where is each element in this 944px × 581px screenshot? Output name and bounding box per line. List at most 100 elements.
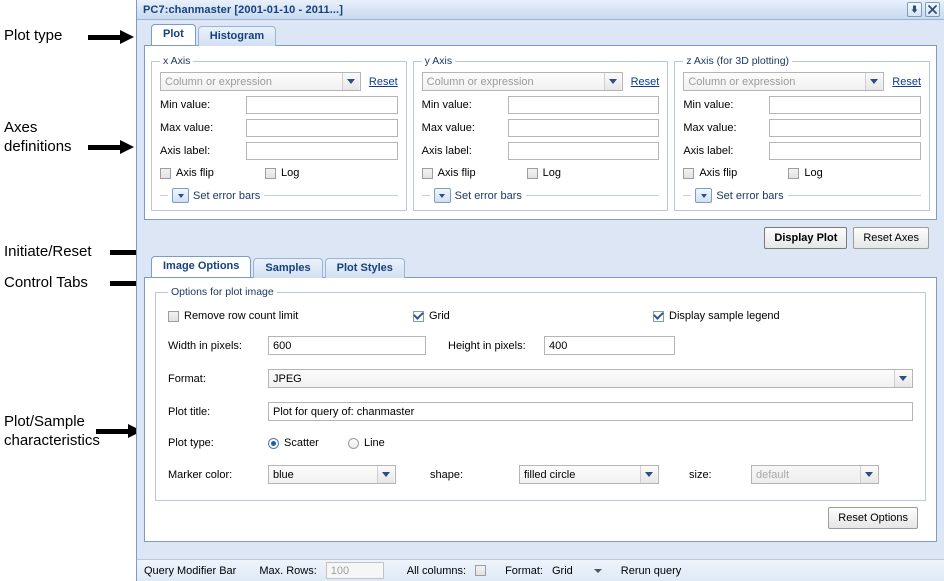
x-axis-max-input[interactable] (246, 119, 398, 137)
width-input[interactable]: 600 (268, 336, 426, 355)
x-axis-min-input[interactable] (246, 96, 398, 114)
x-axis-error-bars-label: Set error bars (193, 189, 261, 202)
y-axis-log-label: Log (542, 167, 562, 179)
y-axis-group: y Axis Column or expression Reset Min va… (412, 55, 669, 211)
z-axis-column-select[interactable]: Column or expression (683, 72, 885, 91)
z-axis-min-label: Min value: (683, 99, 734, 111)
checkbox-icon (526, 167, 538, 179)
plot-action-bar: Display Plot Reset Axes (144, 220, 937, 256)
shape-label: shape: (430, 468, 464, 481)
tab-image-options[interactable]: Image Options (151, 256, 252, 277)
x-axis-log-label: Log (281, 167, 300, 179)
tab-samples[interactable]: Samples (253, 258, 323, 278)
expand-toggle-icon[interactable] (695, 188, 713, 203)
max-rows-input[interactable]: 100 (325, 562, 384, 579)
x-axis-flip-checkbox[interactable]: Axis flip (160, 167, 265, 179)
marker-color-label: Marker color: (168, 468, 233, 481)
plot-image-options-legend: Options for plot image (171, 286, 274, 298)
z-axis-max-label: Max value: (683, 122, 737, 134)
y-axis-label-input[interactable] (507, 142, 660, 160)
z-axis-log-checkbox[interactable]: Log (788, 167, 823, 179)
axes-row: x Axis Column or expression Reset Min va… (145, 46, 936, 219)
plot-window: PC7:chanmaster [2001-01-10 - 2011...] Pl… (136, 0, 944, 581)
window-titlebar: PC7:chanmaster [2001-01-10 - 2011...] (137, 0, 944, 20)
x-axis-max-label: Max value: (160, 122, 214, 134)
query-modifier-bar: Query Modifier Bar Max. Rows: 100 All co… (137, 559, 944, 581)
y-axis-column-select[interactable]: Column or expression (421, 72, 623, 91)
all-columns-checkbox[interactable] (475, 565, 487, 576)
grid-checkbox[interactable]: Grid (413, 310, 653, 322)
radio-icon (348, 437, 359, 449)
chevron-down-icon (640, 466, 657, 483)
plot-type-line-radio[interactable]: Line (348, 437, 385, 449)
y-axis-log-checkbox[interactable]: Log (526, 167, 562, 179)
z-axis-column-value: Column or expression (688, 75, 796, 88)
expand-toggle-icon[interactable] (433, 188, 451, 203)
y-axis-label-row: Axis label: (422, 142, 660, 160)
height-input[interactable]: 400 (544, 336, 675, 355)
z-axis-column-row: Column or expression Reset (683, 72, 921, 91)
plot-image-options-group: Options for plot image Remove row count … (155, 286, 926, 501)
annotation-control-tabs: Control Tabs (4, 274, 88, 291)
remove-row-count-limit-label: Remove row count limit (184, 310, 299, 322)
plot-type-scatter-label: Scatter (284, 437, 319, 449)
display-plot-button[interactable]: Display Plot (764, 227, 848, 249)
x-axis-log-checkbox[interactable]: Log (265, 167, 299, 179)
z-axis-label-label: Axis label: (683, 145, 734, 157)
shape-select[interactable]: filled circle (519, 465, 659, 484)
z-axis-log-label: Log (804, 167, 823, 179)
plot-title-label: Plot title: (168, 405, 211, 418)
y-axis-flip-checkbox[interactable]: Axis flip (421, 167, 527, 179)
size-label: size: (689, 468, 712, 481)
tab-plot[interactable]: Plot (151, 24, 196, 45)
tab-plot-styles[interactable]: Plot Styles (324, 258, 405, 278)
chevron-down-icon (865, 73, 883, 90)
control-tabstrip: Image Options Samples Plot Styles (144, 256, 937, 278)
checkbox-icon (413, 310, 424, 322)
z-axis-reset-link[interactable]: Reset (892, 76, 921, 88)
reset-options-button[interactable]: Reset Options (828, 507, 918, 529)
checkbox-icon (653, 310, 664, 322)
z-axis-error-bars-label: Set error bars (716, 189, 784, 202)
footer-format-value[interactable]: Grid (552, 565, 573, 577)
minimize-icon[interactable] (907, 2, 922, 17)
x-axis-label-input[interactable] (246, 142, 398, 160)
x-axis-reset-link[interactable]: Reset (369, 76, 398, 88)
y-axis-min-input[interactable] (507, 96, 660, 114)
y-axis-min-label: Min value: (421, 99, 472, 111)
format-row: Format: JPEG (168, 369, 913, 388)
x-axis-error-bars-row: Set error bars (160, 188, 398, 203)
checkbox-icon (788, 167, 800, 179)
close-icon[interactable] (925, 2, 940, 17)
remove-row-count-limit-checkbox[interactable]: Remove row count limit (168, 310, 413, 322)
z-axis-min-input[interactable] (769, 96, 922, 114)
y-axis-error-bars-row: Set error bars (421, 188, 660, 203)
tab-histogram[interactable]: Histogram (197, 26, 277, 46)
chevron-down-icon (894, 370, 911, 387)
chevron-down-icon[interactable] (593, 568, 602, 573)
format-select[interactable]: JPEG (268, 369, 913, 388)
plot-type-scatter-radio[interactable]: Scatter (268, 437, 348, 449)
y-axis-error-bars-label: Set error bars (454, 189, 522, 202)
width-label: Width in pixels: (168, 339, 242, 352)
y-axis-reset-link[interactable]: Reset (631, 76, 660, 88)
plot-title-input[interactable]: Plot for query of: chanmaster (268, 402, 913, 421)
display-sample-legend-checkbox[interactable]: Display sample legend (653, 310, 780, 322)
x-axis-label-label: Axis label: (160, 145, 211, 157)
annotation-plot-type: Plot type (4, 27, 63, 44)
marker-color-select[interactable]: blue (268, 465, 396, 484)
x-axis-column-select[interactable]: Column or expression (160, 72, 361, 91)
z-axis-label-input[interactable] (769, 142, 922, 160)
max-rows-label: Max. Rows: (259, 564, 317, 577)
z-axis-error-bars-row: Set error bars (683, 188, 922, 203)
reset-axes-button[interactable]: Reset Axes (853, 227, 929, 249)
expand-toggle-icon[interactable] (172, 188, 189, 203)
z-axis-flip-checkbox[interactable]: Axis flip (683, 167, 788, 179)
z-axis-max-input[interactable] (769, 119, 922, 137)
x-axis-column-value: Column or expression (165, 75, 272, 88)
size-select[interactable]: default (751, 465, 879, 484)
display-sample-legend-label: Display sample legend (669, 310, 780, 322)
rerun-query-button[interactable]: Rerun query (621, 565, 682, 577)
z-axis-flip-label: Axis flip (699, 167, 738, 179)
y-axis-max-input[interactable] (507, 119, 660, 137)
